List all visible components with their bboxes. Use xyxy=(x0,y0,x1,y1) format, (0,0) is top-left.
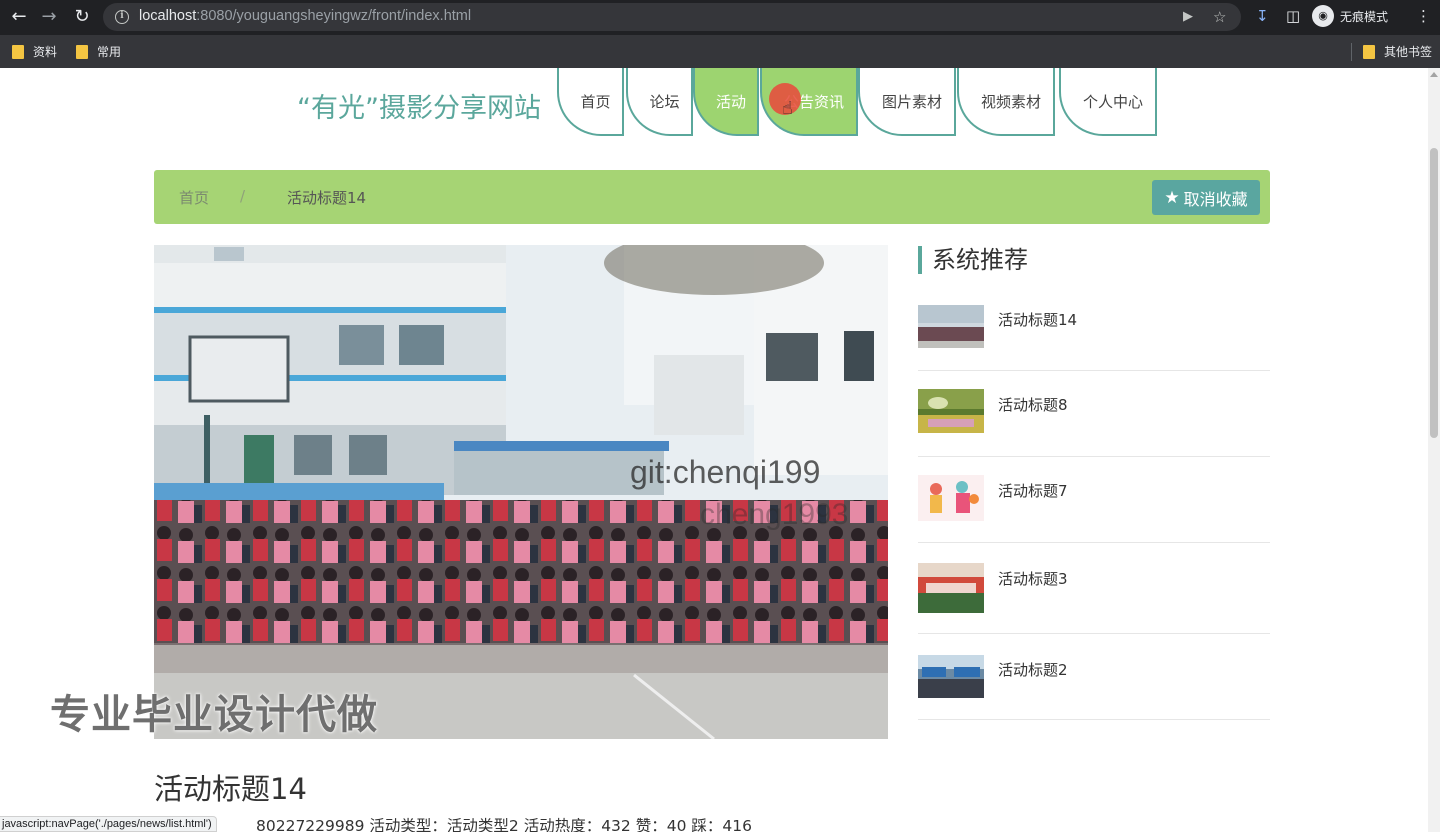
folder-icon xyxy=(76,44,88,59)
page-content: “有光”摄影分享网站 首页 论坛 活动 公告资讯 图片素材 视频素材 个人中心 … xyxy=(0,68,1428,832)
unfavorite-label: 取消收藏 xyxy=(1183,189,1248,209)
scrollbar-thumb[interactable] xyxy=(1430,148,1438,438)
media-icon[interactable]: ▶ xyxy=(1183,8,1193,26)
bookmark-label: 资料 xyxy=(33,45,58,59)
sidebar-title: 系统推荐 xyxy=(918,246,1028,274)
breadcrumb: 首页 / 活动标题14 ★ 取消收藏 xyxy=(154,170,1270,224)
nav-label: 活动 xyxy=(715,92,746,111)
recommend-label[interactable]: 活动标题7 xyxy=(998,480,1068,501)
download-icon[interactable]: ↧ xyxy=(1256,6,1269,26)
browser-toolbar: ← → ↻ i localhost:8080/youguangsheyingwz… xyxy=(0,0,1440,34)
scroll-up-icon[interactable] xyxy=(1430,72,1438,77)
recommend-item[interactable]: 活动标题14 xyxy=(918,301,1270,371)
recommend-item[interactable]: 活动标题8 xyxy=(918,371,1270,457)
url-path: :8080/youguangsheyingwz/front/index.html xyxy=(196,8,472,24)
recommend-item[interactable]: 活动标题3 xyxy=(918,543,1270,634)
nav-images[interactable]: 图片素材 xyxy=(858,68,956,136)
recommend-thumbnail[interactable] xyxy=(918,389,984,433)
bookmarks-bar: 资料 常用 其他书签 xyxy=(0,34,1440,68)
folder-icon xyxy=(1363,44,1375,59)
nav-label: 首页 xyxy=(580,92,611,111)
recommend-thumbnail[interactable] xyxy=(918,563,984,613)
nav-forum[interactable]: 论坛 xyxy=(626,68,693,136)
breadcrumb-home[interactable]: 首页 xyxy=(179,187,209,208)
recommend-thumbnail[interactable] xyxy=(918,305,984,348)
back-icon[interactable]: ← xyxy=(8,6,30,28)
recommend-label[interactable]: 活动标题8 xyxy=(998,394,1068,415)
breadcrumb-current: 活动标题14 xyxy=(287,189,367,207)
recommend-thumbnail[interactable] xyxy=(918,655,984,698)
breadcrumb-separator: / xyxy=(240,187,246,205)
reload-icon[interactable]: ↻ xyxy=(71,6,93,28)
star-icon: ★ xyxy=(1164,187,1180,208)
nav-videos[interactable]: 视频素材 xyxy=(957,68,1055,136)
page-scrollbar[interactable] xyxy=(1428,68,1440,832)
recommend-label[interactable]: 活动标题2 xyxy=(998,659,1068,680)
nav-label: 视频素材 xyxy=(980,92,1041,111)
nav-activity[interactable]: 活动 xyxy=(693,68,759,136)
activity-photo xyxy=(154,245,888,739)
incognito-icon: ◉ xyxy=(1312,5,1334,27)
bookmark-star-icon[interactable]: ☆ xyxy=(1213,8,1226,26)
side-panel-icon[interactable]: ◫ xyxy=(1286,6,1300,26)
article-meta: 80227229989 活动类型：活动类型2 活动热度：432 赞：40 踩：4… xyxy=(256,817,752,832)
status-bar-link-preview: javascript:navPage('./pages/news/list.ht… xyxy=(0,816,217,832)
watermark-promo: 专业毕业设计代做 xyxy=(50,692,378,738)
watermark-ghost: cheng1993 xyxy=(700,498,849,531)
bookmark-label: 常用 xyxy=(97,45,122,59)
url-text[interactable]: localhost:8080/youguangsheyingwz/front/i… xyxy=(139,8,471,24)
nav-profile[interactable]: 个人中心 xyxy=(1059,68,1157,136)
incognito-label: 无痕模式 xyxy=(1340,9,1389,24)
menu-icon[interactable]: ⋮ xyxy=(1416,6,1431,26)
recommend-item[interactable]: 活动标题2 xyxy=(918,634,1270,720)
bookmark-folder-changyong[interactable]: 常用 xyxy=(76,43,121,60)
article-title: 活动标题14 xyxy=(154,772,307,806)
url-host: localhost xyxy=(139,8,197,24)
recommend-label[interactable]: 活动标题14 xyxy=(998,309,1077,330)
forward-icon[interactable]: → xyxy=(38,6,60,28)
watermark-git: git:chenqi199 xyxy=(630,454,821,490)
pointer-cursor-icon: ☝ xyxy=(782,98,793,119)
bookmarks-divider xyxy=(1351,43,1352,61)
site-info-icon[interactable]: i xyxy=(115,10,129,24)
incognito-indicator[interactable]: ◉ 无痕模式 xyxy=(1312,4,1388,28)
nav-label: 论坛 xyxy=(649,92,680,111)
unfavorite-button[interactable]: ★ 取消收藏 xyxy=(1152,180,1260,215)
folder-icon xyxy=(12,44,24,59)
site-title: “有光”摄影分享网站 xyxy=(297,93,541,124)
recommend-thumbnail[interactable] xyxy=(918,475,984,521)
nav-label: 个人中心 xyxy=(1082,92,1143,111)
address-bar[interactable]: i localhost:8080/youguangsheyingwz/front… xyxy=(103,3,1241,31)
other-bookmarks[interactable]: 其他书签 xyxy=(1363,43,1432,60)
nav-label: 图片素材 xyxy=(881,92,942,111)
recommend-label[interactable]: 活动标题3 xyxy=(998,568,1068,589)
nav-home[interactable]: 首页 xyxy=(557,68,624,136)
recommend-item[interactable]: 活动标题7 xyxy=(918,457,1270,543)
bookmark-folder-ziliao[interactable]: 资料 xyxy=(12,43,57,60)
other-bookmarks-label: 其他书签 xyxy=(1384,45,1433,59)
